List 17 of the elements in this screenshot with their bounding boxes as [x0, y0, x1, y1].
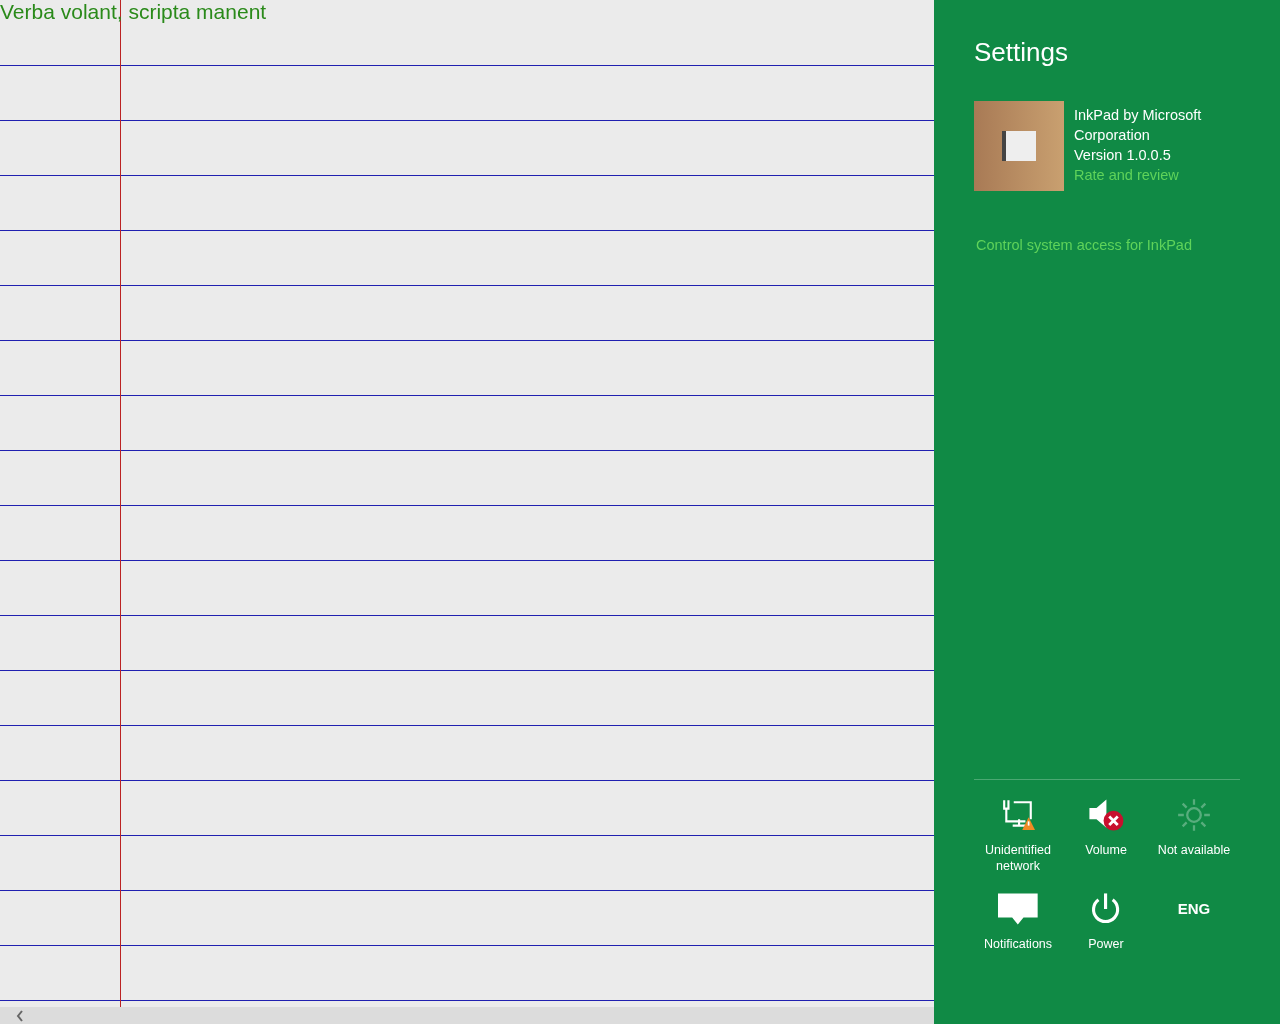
notifications-tile[interactable]: Notifications — [974, 892, 1062, 972]
panel-title: Settings — [974, 36, 1069, 68]
app-name: InkPad by Microsoft Corporation — [1074, 106, 1203, 145]
app-version: Version 1.0.0.5 — [1074, 146, 1171, 165]
brightness-icon — [1177, 798, 1211, 832]
power-tile[interactable]: Power — [1062, 892, 1150, 972]
power-icon — [1090, 892, 1122, 926]
scroll-left-icon[interactable] — [16, 1009, 24, 1022]
horizontal-scrollbar[interactable] — [0, 1007, 934, 1024]
keyboard-tile[interactable]: ENG — [1150, 892, 1238, 972]
rate-link[interactable]: Rate and review — [1074, 165, 1179, 185]
message-icon — [998, 892, 1038, 926]
speaker-muted-icon — [1087, 798, 1125, 832]
network-tile[interactable]: Unidentified network — [974, 798, 1062, 878]
network-warning-icon — [1001, 798, 1035, 832]
volume-tile[interactable]: Volume — [1062, 798, 1150, 878]
permissions-link[interactable]: Control system access for InkPad — [976, 235, 1192, 255]
